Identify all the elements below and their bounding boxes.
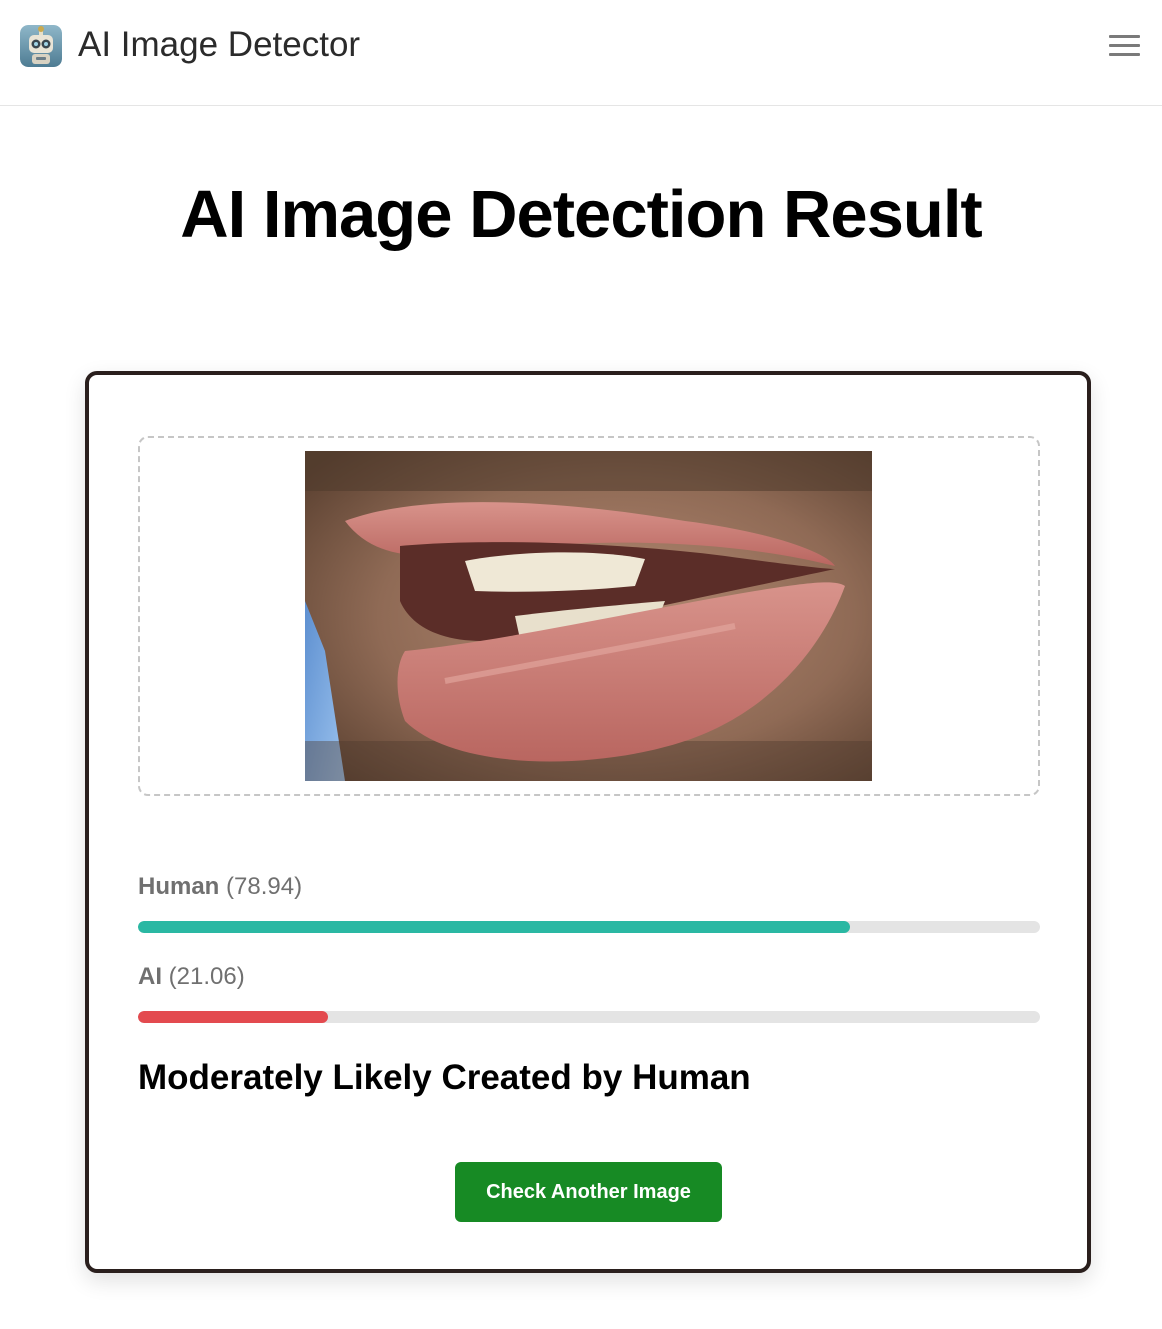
human-score-bar [138, 921, 1040, 933]
uploaded-photo [305, 451, 872, 781]
human-score-label: Human (78.94) [138, 872, 302, 902]
image-preview-area [138, 436, 1040, 796]
verdict-text: Moderately Likely Created by Human [138, 1058, 751, 1097]
page-title: AI Image Detection Result [180, 177, 983, 252]
site-header: AI Image Detector [0, 0, 1162, 106]
human-score-value: (78.94) [226, 873, 303, 900]
ai-score-bar [138, 1011, 1040, 1023]
hamburger-menu-icon[interactable] [1106, 33, 1144, 59]
ai-score-label: AI (21.06) [138, 962, 245, 992]
ai-score-value: (21.06) [168, 963, 245, 990]
human-score-fill [138, 921, 851, 933]
robot-icon[interactable] [20, 25, 62, 67]
result-card: Human (78.94) AI (21.06) Moderately Like… [85, 371, 1091, 1273]
ai-label-text: AI [138, 963, 162, 990]
ai-score-fill [138, 1011, 328, 1023]
site-title[interactable]: AI Image Detector [78, 22, 360, 68]
check-another-image-button[interactable]: Check Another Image [455, 1162, 722, 1222]
human-label-text: Human [138, 873, 220, 900]
